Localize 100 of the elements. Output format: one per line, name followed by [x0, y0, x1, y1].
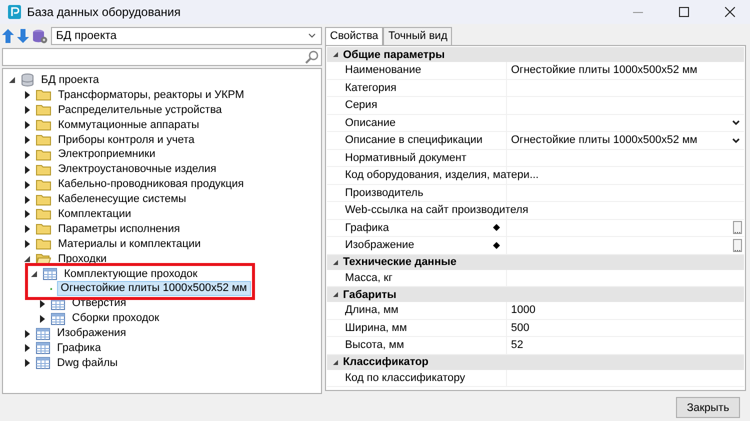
category-header[interactable]: Технические данные	[327, 254, 744, 270]
tab[interactable]: Точный вид	[383, 27, 452, 45]
search-field[interactable]	[2, 48, 322, 66]
property-value[interactable]: 500	[511, 322, 744, 334]
tree-item[interactable]: Трансформаторы, реакторы и УКРМ	[55, 88, 248, 102]
open-folder-icon	[36, 253, 51, 266]
tree-item[interactable]: Материалы и комплектации	[55, 238, 204, 251]
browse-button[interactable]: ...	[733, 238, 742, 252]
property-name: Ширина, мм	[345, 322, 408, 334]
expand-icon[interactable]	[24, 150, 30, 159]
property-name: Категория	[345, 82, 398, 94]
property-name: Наименование	[345, 64, 422, 76]
tree-item[interactable]: Параметры исполнения	[55, 222, 183, 236]
expand-icon[interactable]	[24, 359, 30, 368]
tree-item[interactable]: Электроприемники	[55, 148, 158, 162]
browse-button[interactable]: ...	[733, 221, 742, 234]
tree-item[interactable]: Комплектации	[55, 208, 134, 221]
category-header[interactable]: Габариты	[327, 287, 744, 302]
tree-item[interactable]: Изображения	[54, 327, 130, 340]
property-name: Описание	[345, 116, 397, 129]
expand-icon[interactable]	[24, 91, 30, 100]
property-name: Описание в спецификации	[345, 134, 484, 146]
property-name: Изображение	[345, 239, 416, 252]
expand-icon[interactable]	[40, 300, 44, 308]
tree-item[interactable]: Dwg файлы	[54, 356, 121, 370]
dropdown-icon[interactable]	[307, 33, 317, 39]
dropdown-icon[interactable]	[732, 120, 740, 126]
property-value[interactable]: 52	[511, 339, 744, 352]
expand-icon[interactable]	[24, 344, 30, 352]
expand-icon[interactable]	[24, 210, 30, 218]
expand-icon[interactable]	[24, 166, 30, 174]
table-icon	[36, 342, 50, 354]
collapse-icon[interactable]	[31, 271, 37, 278]
property-name: Код оборудования, изделия, матери...	[345, 169, 539, 182]
category-header[interactable]: Общие параметры	[327, 47, 744, 62]
tree-item[interactable]: Кабельно-проводниковая продукция	[55, 178, 247, 192]
tree-item[interactable]: Комплектующие проходок	[61, 268, 200, 281]
property-value[interactable]: Огнестойкие плиты 1000x500x52 мм	[511, 64, 744, 76]
collapse-icon[interactable]	[332, 292, 338, 297]
tree-item[interactable]: Распределительные устройства	[55, 104, 225, 117]
folder-icon	[36, 148, 51, 161]
collapse-icon[interactable]	[332, 360, 338, 364]
category-title: Габариты	[343, 288, 396, 300]
property-value[interactable]: Огнестойкие плиты 1000x500x52 мм	[511, 134, 732, 146]
expand-icon[interactable]	[24, 225, 30, 234]
tree-item[interactable]: Электроустановочные изделия	[55, 163, 220, 176]
search-icon[interactable]	[305, 50, 319, 64]
up-arrow-icon[interactable]	[2, 29, 14, 43]
collapse-icon[interactable]	[24, 256, 30, 262]
property-name: Серия	[345, 99, 378, 112]
close-dialog-button[interactable]: Закрыть	[676, 397, 740, 418]
property-value[interactable]: 1000	[511, 304, 744, 316]
database-icon	[21, 73, 34, 88]
tree-item[interactable]: Огнестойкие плиты 1000x500x52 мм	[56, 281, 251, 296]
category-title: Классификатор	[343, 356, 429, 368]
collapse-icon[interactable]	[9, 77, 15, 84]
expand-icon[interactable]	[24, 240, 30, 248]
folder-icon	[36, 208, 51, 220]
dropdown-icon[interactable]	[732, 138, 740, 143]
tree-item[interactable]: Кабеленесущие системы	[55, 193, 190, 206]
property-name: Нормативный документ	[345, 152, 468, 164]
expand-icon[interactable]	[24, 180, 30, 189]
table-icon	[43, 268, 57, 280]
category-header[interactable]: Классификатор	[327, 354, 744, 370]
expand-icon[interactable]	[24, 106, 30, 114]
tree-item[interactable]: БД проекта	[38, 74, 102, 87]
expand-icon[interactable]	[24, 330, 30, 338]
folder-icon	[36, 104, 51, 116]
folder-icon	[36, 178, 51, 191]
database-settings-icon[interactable]	[32, 28, 48, 44]
table-icon	[36, 328, 50, 340]
tree-item[interactable]: Коммутационные аппараты	[55, 118, 202, 132]
expand-icon[interactable]	[40, 314, 44, 323]
collapse-icon[interactable]	[332, 52, 338, 57]
source-dropdown[interactable]: БД проекта	[51, 27, 322, 45]
expand-icon[interactable]	[24, 196, 30, 204]
collapse-icon[interactable]	[332, 260, 338, 264]
tree-item[interactable]: Приборы контроля и учета	[55, 134, 198, 146]
folder-icon	[36, 194, 51, 206]
tree-item[interactable]: Графика	[54, 342, 104, 355]
tree-item[interactable]: Проходки	[55, 252, 110, 266]
property-name: Графика	[345, 222, 390, 234]
folder-icon	[36, 238, 51, 250]
property-name: Длина, мм	[345, 304, 400, 316]
category-title: Общие параметры	[343, 48, 445, 60]
tree-item[interactable]: Отверстия	[69, 297, 130, 310]
tab[interactable]: Свойства	[325, 27, 384, 45]
tree-item[interactable]: Сборки проходок	[69, 312, 162, 326]
down-arrow-icon[interactable]	[17, 29, 29, 43]
expand-icon[interactable]	[24, 121, 30, 130]
close-icon[interactable]	[725, 7, 735, 17]
property-name: Масса, кг	[345, 272, 394, 284]
folder-icon	[36, 164, 51, 176]
folder-icon	[36, 134, 51, 146]
folder-icon	[36, 223, 51, 236]
maximize-icon[interactable]	[679, 7, 689, 17]
table-icon	[51, 312, 65, 325]
expand-icon[interactable]	[24, 136, 30, 144]
table-icon	[36, 357, 50, 370]
category-title: Технические данные	[343, 256, 456, 268]
